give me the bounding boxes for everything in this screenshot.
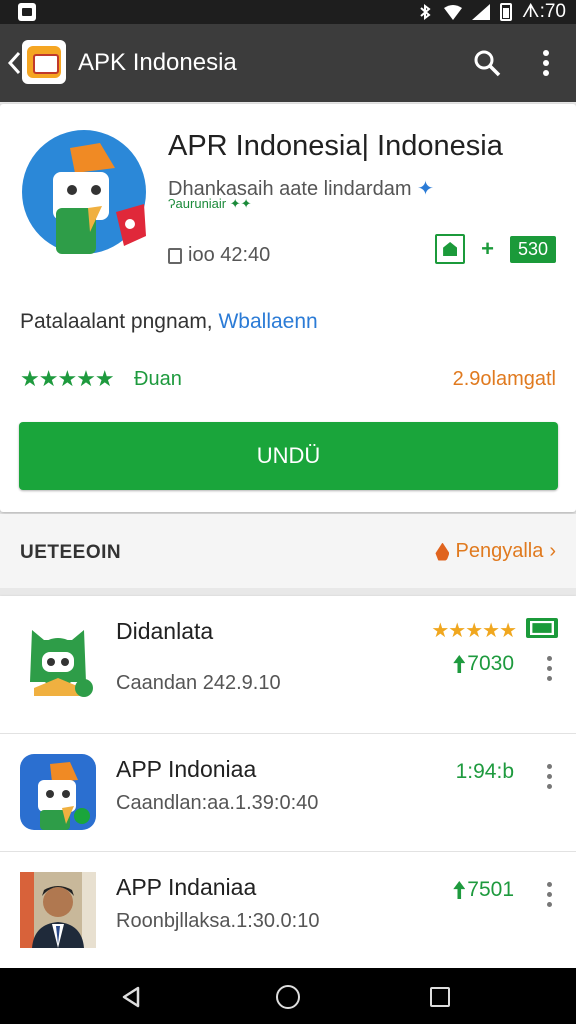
related-apps-list: Didanlata Caandan 242.9.10 ★★★★★ 7030 AP… [0,596,576,968]
developer-sub: Ɂauruniair ✦✦ [168,196,252,212]
age-rating-badge: 530 [509,235,556,263]
more-vert-icon[interactable] [536,48,556,78]
list-item-name: APP Indoniaa [116,756,257,782]
list-item-size: 1:94:b [455,760,514,783]
nav-recents-icon[interactable] [430,987,450,1007]
list-item-sub: Caandlan:aa.1.39:0:40 [116,792,319,814]
install-button[interactable]: UNDÜ [19,422,558,490]
app-description: Patalaalant pngnam, Wballaenn [20,310,318,334]
chevron-right-icon: › [549,540,556,562]
notification-icon [18,3,36,21]
more-vert-icon[interactable] [544,764,554,792]
list-item-sub: Roonbjllaksa.1:30.0:10 [116,910,320,932]
list-item[interactable]: APP Indoniaa Caandlan:aa.1.39:0:40 1:94:… [0,734,576,852]
app-bar: APK Indonesia [0,24,576,102]
section-more-label: Pengyalla [455,540,544,562]
app-badges: + 530 [435,234,556,264]
back-arrow-icon[interactable] [6,50,22,76]
more-vert-icon[interactable] [544,882,554,910]
fire-icon [435,542,450,561]
app-detail-card: APR Indonesia| Indonesia Dhankasaih aate… [0,104,576,512]
nav-home-icon[interactable] [276,985,300,1009]
app-icon-didanlata [30,630,93,697]
list-item-size: 7030 [453,652,514,676]
status-bar: ᗑ:70 [0,0,576,24]
developer-sub-label: Ɂauruniair [168,196,227,211]
more-vert-icon[interactable] [544,656,554,684]
section-more-link[interactable]: Pengyalla › [435,540,556,563]
list-item-badge [526,618,558,638]
status-time: ᗑ:70 [521,1,566,22]
app-hero-icon [22,130,146,254]
rating-stars: ★★★★★ [20,366,115,391]
list-item-name: APP Indaniaa [116,874,257,900]
system-nav-bar [0,968,576,1024]
verified-icon: ✦ [417,178,434,200]
list-item[interactable]: Didanlata Caandan 242.9.10 ★★★★★ 7030 [0,596,576,734]
list-item-size-value: 7030 [467,652,514,675]
app-icon-app-indaniaa [20,872,96,948]
list-item-sub: Caandan 242.9.10 [116,672,281,694]
app-bar-title: APK Indonesia [78,49,237,76]
app-meta: ioo 42:40 [168,244,270,267]
list-item[interactable]: APP Indaniaa Roonbjllaksa.1:30.0:10 7501 [0,852,576,968]
list-item-name: Didanlata [116,618,214,644]
battery-icon [499,3,512,21]
status-icons: ᗑ:70 [416,0,566,24]
section-header: UETEEOIN Pengyalla › [0,514,576,588]
download-count: 2.9olamgatl [452,368,556,390]
rating-label: Ɖuan [134,368,182,390]
editors-choice-icon [435,234,466,264]
list-item-size-value: 7501 [467,878,514,901]
app-icon-app-indoniaa [20,754,96,830]
list-item-stars: ★★★★★ [431,620,517,642]
plus-icon: + [481,236,494,261]
calendar-icon [168,247,182,264]
wifi-icon [443,5,462,20]
description-text: Patalaalant pngnam, [20,310,213,333]
app-title: APR Indonesia| Indonesia [168,130,503,162]
app-logo[interactable] [22,40,66,84]
list-item-size: 7501 [453,878,514,902]
meta-date: ioo 42:40 [188,244,271,266]
description-link[interactable]: Wballaenn [218,310,317,333]
search-icon[interactable] [472,48,502,78]
download-arrow-icon [453,881,466,899]
section-title: UETEEOIN [20,542,122,563]
download-arrow-icon [453,655,466,673]
verified-icon-small: ✦✦ [229,196,252,211]
signal-icon [471,4,490,20]
rating-row: ★★★★★ Ɖuan 2.9olamgatl [20,366,556,394]
bluetooth-icon [420,4,431,20]
nav-back-icon[interactable] [120,986,142,1008]
